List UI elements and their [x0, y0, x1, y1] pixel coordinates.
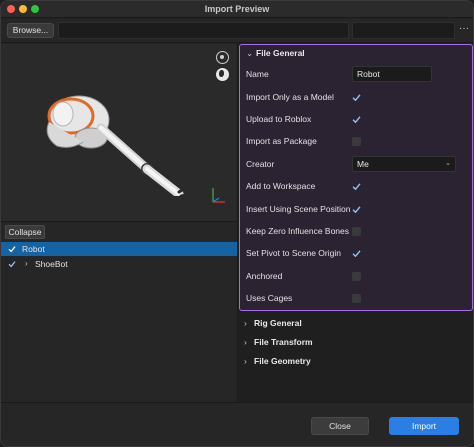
chevron-right-icon: ›: [244, 337, 247, 347]
checkmark-icon: [352, 206, 361, 214]
tree-item-label: Robot: [22, 244, 45, 254]
checkmark-icon[interactable]: [8, 245, 16, 253]
robot-model-preview: [46, 95, 197, 196]
file-transform-header[interactable]: › File Transform: [244, 335, 313, 349]
file-geometry-header[interactable]: › File Geometry: [244, 354, 311, 368]
dialog-footer: Close Import: [1, 402, 473, 446]
prop-label: Uses Cages: [246, 293, 293, 303]
prop-label: Insert Using Scene Position: [246, 204, 351, 214]
title-bar: Import Preview: [1, 1, 473, 18]
checkmark-icon[interactable]: [8, 260, 16, 268]
prop-label: Name: [246, 69, 269, 79]
section-title: Rig General: [254, 318, 302, 328]
chevron-right-icon: ›: [244, 318, 247, 328]
checkbox-set-pivot-scene-origin[interactable]: [352, 249, 361, 258]
chevron-down-icon: ⌄: [246, 48, 254, 58]
prop-keep-zero-influence-bones: Keep Zero Influence Bones: [246, 223, 468, 239]
chevron-right-icon[interactable]: ›: [25, 257, 28, 271]
checkbox-import-as-package[interactable]: [352, 137, 361, 146]
prop-insert-scene-position: Insert Using Scene Position: [246, 201, 468, 217]
preset-dropdown[interactable]: [352, 22, 455, 39]
robot-body: [46, 95, 110, 149]
file-general-header[interactable]: ⌄ File General: [246, 46, 305, 60]
rig-general-header[interactable]: › Rig General: [244, 316, 302, 330]
toolbar: Browse... ···: [1, 19, 473, 43]
prop-anchored: Anchored: [246, 268, 468, 284]
prop-set-pivot-scene-origin: Set Pivot to Scene Origin: [246, 245, 468, 261]
ellipsis-icon[interactable]: ···: [458, 23, 470, 37]
prop-label: Creator: [246, 159, 275, 169]
prop-label: Add to Workspace: [246, 181, 316, 191]
creator-dropdown[interactable]: Me ⌄: [352, 156, 456, 172]
prop-creator: Creator Me ⌄: [246, 156, 468, 172]
tree-item-robot[interactable]: Robot: [1, 242, 237, 256]
checkbox-insert-scene-position[interactable]: [352, 205, 361, 214]
checkbox-upload-to-roblox[interactable]: [352, 115, 361, 124]
import-preview-window: Import Preview Browse... ··· Collapse Ro…: [0, 0, 474, 447]
robot-arm: [96, 123, 197, 196]
properties-panel: ⌄ File General Name Robot Import Only as …: [237, 44, 473, 446]
prop-label: Anchored: [246, 271, 283, 281]
prop-name: Name Robot: [246, 66, 468, 82]
prop-uses-cages: Uses Cages: [246, 290, 468, 306]
close-button[interactable]: Close: [311, 417, 369, 435]
checkbox-import-only-model[interactable]: [352, 93, 361, 102]
checkbox-add-to-workspace[interactable]: [352, 182, 361, 191]
chevron-right-icon: ›: [244, 356, 247, 366]
checkbox-anchored[interactable]: [352, 272, 361, 281]
checkmark-icon: [352, 94, 361, 102]
globe-icon[interactable]: [216, 68, 229, 81]
file-path-field[interactable]: [58, 22, 349, 39]
prop-label: Keep Zero Influence Bones: [246, 226, 350, 236]
prop-label: Import Only as a Model: [246, 92, 334, 102]
section-title: File General: [256, 48, 305, 58]
tree-item-shoebot[interactable]: › ShoeBot: [1, 257, 237, 271]
checkmark-icon: [352, 250, 361, 258]
chevron-down-icon: ⌄: [445, 160, 451, 167]
prop-import-only-model: Import Only as a Model: [246, 89, 468, 105]
axes-gizmo-icon: [212, 188, 225, 203]
prop-import-as-package: Import as Package: [246, 133, 468, 149]
checkbox-uses-cages[interactable]: [352, 294, 361, 303]
collapse-button[interactable]: Collapse: [5, 225, 45, 239]
import-button[interactable]: Import: [389, 417, 459, 435]
file-general-section: ⌄ File General Name Robot Import Only as …: [239, 44, 473, 311]
prop-label: Import as Package: [246, 136, 317, 146]
prop-add-to-workspace: Add to Workspace: [246, 178, 468, 194]
window-title: Import Preview: [204, 4, 270, 14]
prop-label: Set Pivot to Scene Origin: [246, 248, 341, 258]
creator-value: Me: [357, 159, 369, 169]
prop-upload-to-roblox: Upload to Roblox: [246, 111, 468, 127]
section-title: File Transform: [254, 337, 313, 347]
checkmark-icon: [352, 116, 361, 124]
checkbox-keep-zero-influence-bones[interactable]: [352, 227, 361, 236]
browse-button[interactable]: Browse...: [7, 23, 54, 38]
prop-label: Upload to Roblox: [246, 114, 312, 124]
rotate-view-icon[interactable]: [216, 51, 229, 64]
section-title: File Geometry: [254, 356, 311, 366]
checkmark-icon: [352, 183, 361, 191]
tree-item-label: ShoeBot: [35, 259, 68, 269]
model-viewport[interactable]: [1, 44, 237, 221]
name-input[interactable]: Robot: [352, 66, 432, 82]
